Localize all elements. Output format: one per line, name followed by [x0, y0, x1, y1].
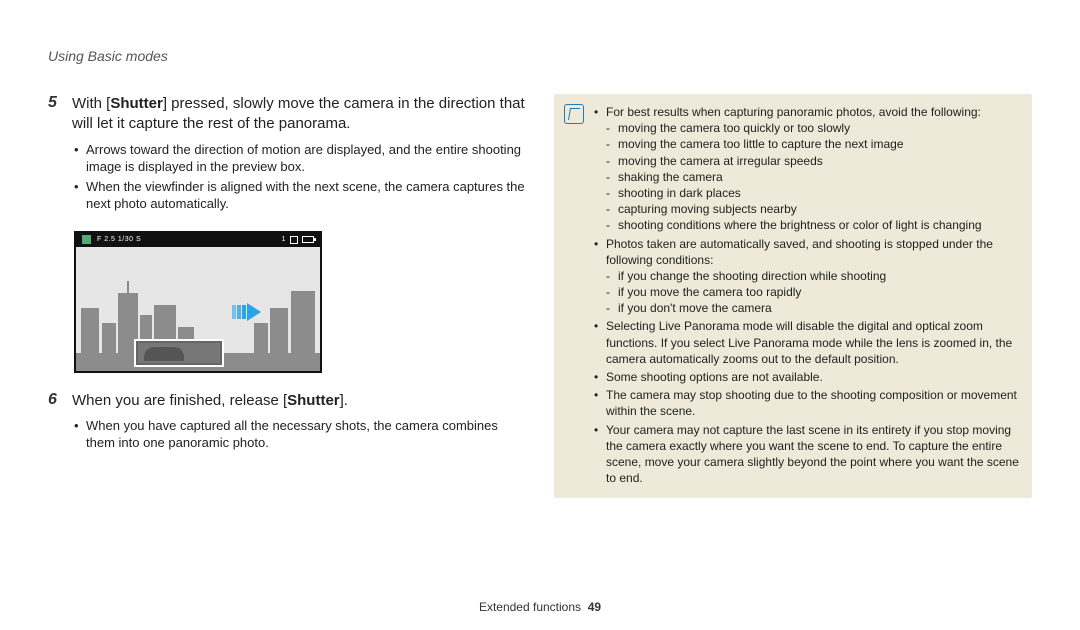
page-footer: Extended functions 49 — [0, 600, 1080, 614]
exposure-readout: F 2.5 1/30 S — [97, 236, 141, 243]
step-number-6: 6 — [48, 391, 62, 411]
tip-item: Photos taken are automatically saved, an… — [594, 236, 1020, 317]
step5-bullet: When the viewfinder is aligned with the … — [74, 178, 526, 213]
sd-icon — [290, 236, 298, 244]
step-number-5: 5 — [48, 94, 62, 135]
tip-item: Your camera may not capture the last sce… — [594, 422, 1020, 487]
shot-count: 1 — [282, 236, 286, 243]
step5-bullet: Arrows toward the direction of motion ar… — [74, 141, 526, 176]
tip-item: Selecting Live Panorama mode will disabl… — [594, 318, 1020, 367]
camera-preview-illustration: F 2.5 1/30 S 1 — [74, 231, 322, 373]
battery-icon — [302, 236, 314, 243]
mode-icon — [82, 235, 91, 244]
step6-bullet: When you have captured all the necessary… — [74, 417, 526, 452]
note-icon — [564, 104, 584, 124]
direction-arrow-icon — [232, 303, 261, 321]
step-5-text: With [Shutter] pressed, slowly move the … — [72, 94, 526, 135]
tip-box: For best results when capturing panorami… — [554, 94, 1032, 498]
tip-item: For best results when capturing panorami… — [594, 104, 1020, 234]
section-header: Using Basic modes — [48, 48, 1032, 64]
preview-box — [134, 339, 224, 367]
tip-item: The camera may stop shooting due to the … — [594, 387, 1020, 419]
step-6-text: When you are finished, release [Shutter]… — [72, 391, 348, 411]
tip-item: Some shooting options are not available. — [594, 369, 1020, 385]
